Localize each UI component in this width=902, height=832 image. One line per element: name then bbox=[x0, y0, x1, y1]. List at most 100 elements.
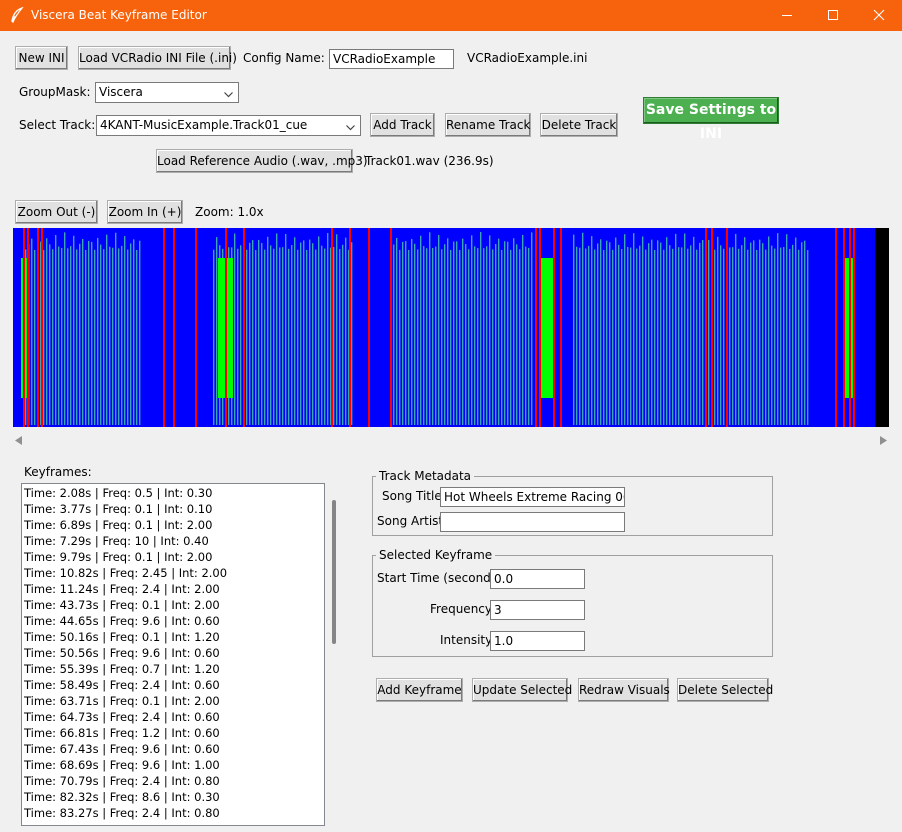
load-ini-button[interactable]: Load VCRadio INI File (.ini) bbox=[78, 46, 237, 70]
beat-bar bbox=[297, 249, 299, 425]
close-button[interactable] bbox=[856, 0, 902, 31]
add-track-button[interactable]: Add Track bbox=[370, 113, 435, 137]
beat-visualization[interactable] bbox=[13, 228, 889, 427]
beat-bar bbox=[246, 249, 248, 425]
song-artist-input[interactable] bbox=[440, 512, 625, 532]
beat-visualization-canvas[interactable] bbox=[13, 228, 889, 427]
beat-bar bbox=[714, 249, 716, 425]
keyframe-list-item[interactable]: Time: 50.56s | Freq: 9.6 | Int: 0.60 bbox=[22, 645, 324, 661]
zoom-out-button[interactable]: Zoom Out (-) bbox=[15, 200, 98, 224]
keyframes-list[interactable]: Time: 2.08s | Freq: 0.5 | Int: 0.30 Time:… bbox=[21, 483, 325, 826]
config-name-input[interactable]: VCRadioExample bbox=[329, 49, 454, 69]
keyframe-list-item[interactable]: Time: 3.77s | Freq: 0.1 | Int: 0.10 bbox=[22, 501, 324, 517]
beat-bar bbox=[516, 244, 518, 425]
beat-bar bbox=[249, 242, 251, 425]
beat-bar bbox=[642, 236, 644, 425]
keyframe-list-item[interactable]: Time: 9.79s | Freq: 0.1 | Int: 2.00 bbox=[22, 549, 324, 565]
keyframe-list-item[interactable]: Time: 10.82s | Freq: 2.45 | Int: 2.00 bbox=[22, 565, 324, 581]
beat-bar bbox=[618, 244, 620, 425]
start-time-input[interactable]: 0.0 bbox=[490, 569, 585, 589]
load-audio-button[interactable]: Load Reference Audio (.wav, .mp3) bbox=[156, 149, 368, 173]
beat-bar bbox=[522, 234, 524, 425]
beat-bar bbox=[621, 248, 623, 425]
redraw-visuals-button[interactable]: Redraw Visuals bbox=[578, 678, 670, 702]
beat-bar bbox=[597, 243, 599, 425]
keyframe-marker bbox=[349, 228, 351, 427]
beat-bar bbox=[510, 249, 512, 425]
keyframe-list-item[interactable]: Time: 82.32s | Freq: 8.6 | Int: 0.30 bbox=[22, 789, 324, 805]
beat-bar bbox=[663, 249, 665, 425]
beat-bar bbox=[498, 238, 500, 425]
scroll-right-arrow-icon[interactable] bbox=[879, 434, 887, 448]
beat-bar bbox=[258, 239, 260, 425]
beat-bar bbox=[420, 235, 422, 425]
beat-bar bbox=[435, 246, 437, 425]
beat-bar bbox=[807, 249, 809, 425]
keyframe-list-item[interactable]: Time: 44.65s | Freq: 9.6 | Int: 0.60 bbox=[22, 613, 324, 629]
keyframe-list-item[interactable]: Time: 55.39s | Freq: 0.7 | Int: 1.20 bbox=[22, 661, 324, 677]
beat-bar bbox=[501, 249, 503, 425]
zoom-level-label: Zoom: 1.0x bbox=[195, 205, 264, 219]
keyframe-list-item[interactable]: Time: 63.71s | Freq: 0.1 | Int: 2.00 bbox=[22, 693, 324, 709]
frequency-input[interactable]: 3 bbox=[490, 600, 585, 620]
keyframe-list-item[interactable]: Time: 64.73s | Freq: 2.4 | Int: 0.60 bbox=[22, 709, 324, 725]
beat-bar bbox=[276, 233, 278, 425]
beat-bar bbox=[423, 246, 425, 425]
beat-bar bbox=[240, 245, 242, 425]
beat-bar bbox=[477, 248, 479, 425]
keyframe-list-item[interactable]: Time: 7.29s | Freq: 10 | Int: 0.40 bbox=[22, 533, 324, 549]
keyframe-list-item[interactable]: Time: 66.81s | Freq: 1.2 | Int: 0.60 bbox=[22, 725, 324, 741]
beat-bar bbox=[70, 246, 72, 425]
maximize-button[interactable] bbox=[810, 0, 856, 31]
keyframe-list-item[interactable]: Time: 67.43s | Freq: 9.6 | Int: 0.60 bbox=[22, 741, 324, 757]
intensity-input[interactable]: 1.0 bbox=[490, 631, 585, 651]
beat-bar bbox=[489, 235, 491, 425]
start-time-label: Start Time (seconds): bbox=[377, 571, 506, 585]
song-artist-label: Song Artist: bbox=[377, 514, 448, 528]
song-title-label: Song Title: bbox=[382, 489, 446, 503]
update-selected-button[interactable]: Update Selected bbox=[472, 678, 572, 702]
track-metadata-title: Track Metadata bbox=[376, 469, 475, 483]
save-settings-button[interactable]: Save Settings to INI bbox=[643, 97, 779, 142]
keyframe-list-item[interactable]: Time: 6.89s | Freq: 0.1 | Int: 2.00 bbox=[22, 517, 324, 533]
beat-bar bbox=[747, 249, 749, 425]
add-keyframe-button[interactable]: Add Keyframe bbox=[376, 678, 463, 702]
feather-icon bbox=[10, 6, 24, 24]
beat-bar bbox=[414, 243, 416, 425]
keyframe-list-item[interactable]: Time: 50.16s | Freq: 0.1 | Int: 1.20 bbox=[22, 629, 324, 645]
rename-track-button[interactable]: Rename Track bbox=[445, 113, 531, 137]
beat-bar bbox=[492, 249, 494, 425]
new-ini-button[interactable]: New INI bbox=[15, 46, 68, 70]
track-select[interactable]: 4KANT-MusicExample.Track01_cue bbox=[96, 115, 361, 136]
beat-bar bbox=[759, 239, 761, 425]
beat-bar bbox=[109, 246, 111, 425]
zoom-in-button[interactable]: Zoom In (+) bbox=[107, 200, 183, 224]
beat-bar bbox=[651, 239, 653, 425]
keyframe-marker bbox=[390, 228, 392, 427]
delete-selected-button[interactable]: Delete Selected bbox=[677, 678, 773, 702]
keyframe-list-item[interactable]: Time: 11.24s | Freq: 2.4 | Int: 2.00 bbox=[22, 581, 324, 597]
keyframe-list-item[interactable]: Time: 58.49s | Freq: 2.4 | Int: 0.60 bbox=[22, 677, 324, 693]
delete-track-button[interactable]: Delete Track bbox=[540, 113, 618, 137]
beat-bar bbox=[681, 247, 683, 425]
keyframe-list-item[interactable]: Time: 70.79s | Freq: 2.4 | Int: 0.80 bbox=[22, 773, 324, 789]
keyframe-marker bbox=[843, 228, 845, 427]
keyframe-list-item[interactable]: Time: 2.08s | Freq: 0.5 | Int: 0.30 bbox=[22, 485, 324, 501]
keyframe-list-item[interactable]: Time: 43.73s | Freq: 0.1 | Int: 2.00 bbox=[22, 597, 324, 613]
beat-bar bbox=[624, 234, 626, 425]
keyframes-scrollbar[interactable] bbox=[332, 500, 336, 644]
scroll-left-arrow-icon[interactable] bbox=[15, 434, 23, 448]
group-mask-select[interactable]: Viscera bbox=[95, 82, 239, 103]
beat-bar bbox=[609, 242, 611, 425]
song-title-input[interactable]: Hot Wheels Extreme Racing 06 bbox=[440, 487, 625, 507]
keyframe-list-item[interactable]: Time: 83.27s | Freq: 2.4 | Int: 0.80 bbox=[22, 805, 324, 821]
beat-bar bbox=[234, 233, 236, 425]
beat-bar bbox=[588, 245, 590, 425]
beat-bar bbox=[633, 233, 635, 425]
beat-bar bbox=[723, 248, 725, 425]
keyframe-list-item[interactable]: Time: 68.69s | Freq: 9.6 | Int: 1.00 bbox=[22, 757, 324, 773]
beat-bar bbox=[76, 249, 78, 425]
minimize-button[interactable] bbox=[764, 0, 810, 31]
beat-bar bbox=[136, 249, 138, 425]
beat-bar bbox=[237, 248, 239, 425]
